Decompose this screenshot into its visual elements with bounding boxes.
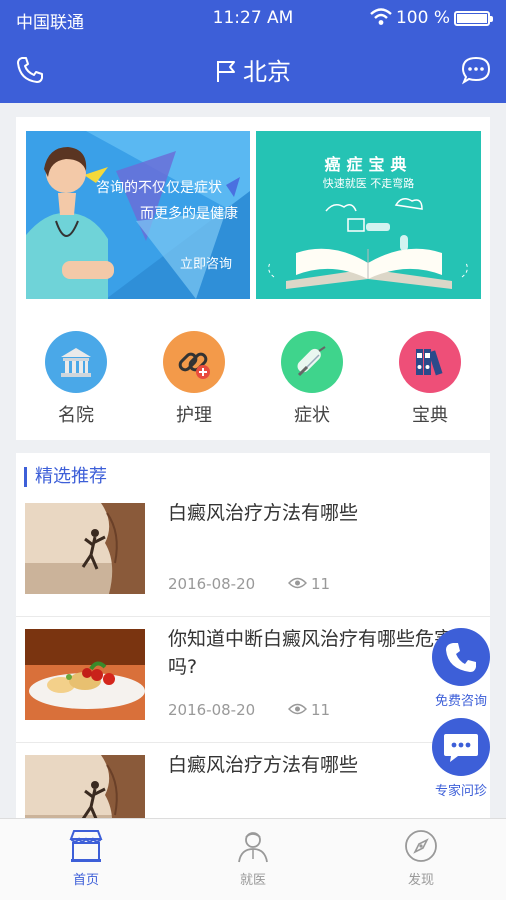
city-label: 北京 <box>243 58 291 86</box>
category-label: 症状 <box>294 405 330 426</box>
free-consult-label: 免费咨询 <box>434 694 487 709</box>
food-thumbnail <box>25 629 145 720</box>
cancer-guide-banner[interactable]: 癌症宝典 快速就医 不走弯路 <box>256 131 481 299</box>
phone-icon <box>432 628 490 686</box>
tab-medical[interactable]: 就医 <box>208 829 298 888</box>
article-title: 白癜风治疗方法有哪些 <box>168 502 359 524</box>
eye-icon <box>288 703 307 715</box>
tab-discover[interactable]: 发现 <box>376 829 466 888</box>
expert-qa-label: 专家问珍 <box>434 784 487 799</box>
article-item[interactable]: 你知道中断白癜风治疗有哪些危害吗? 2016-08-20 11 <box>16 617 490 743</box>
chat-icon <box>432 718 490 776</box>
battery-icon <box>454 11 493 26</box>
guide-title: 癌症宝典 <box>324 155 413 174</box>
free-consult-button[interactable]: 免费咨询 <box>424 628 498 709</box>
category-label: 护理 <box>176 405 212 426</box>
category-symptoms[interactable]: 症状 <box>253 331 371 427</box>
hospital-icon <box>45 331 107 393</box>
doctor-icon <box>238 832 268 863</box>
expert-qa-button[interactable]: 专家问珍 <box>424 718 498 799</box>
pill-icon <box>281 331 343 393</box>
guide-subtitle: 快速就医 不走弯路 <box>322 177 415 190</box>
article-title: 你知道中断白癜风治疗有哪些危害吗? <box>168 628 454 678</box>
article-title: 白癜风治疗方法有哪些 <box>168 754 359 776</box>
article-views: 11 <box>288 575 330 593</box>
views-count: 11 <box>311 701 331 719</box>
section-title: 精选推荐 <box>24 467 107 487</box>
article-views: 11 <box>288 701 330 719</box>
category-guide[interactable]: 宝典 <box>371 331 489 427</box>
storefront-icon <box>69 830 103 862</box>
status-bar: 中国联通 11:27 AM 100 % <box>0 0 506 36</box>
tab-label: 发现 <box>407 873 434 888</box>
consult-banner[interactable]: 咨询的不仅仅是症状 而更多的是健康 立即咨询 <box>26 131 250 299</box>
article-date: 2016-08-20 <box>168 701 256 719</box>
city-selector[interactable]: 北京 <box>0 52 506 87</box>
category-nursing[interactable]: 护理 <box>135 331 253 427</box>
tab-label: 首页 <box>72 873 99 888</box>
bandage-link-icon <box>163 331 225 393</box>
category-label: 宝典 <box>412 405 448 426</box>
category-hospital[interactable]: 名院 <box>17 331 135 427</box>
article-item[interactable]: 白癜风治疗方法有哪些 2016-08-20 11 <box>16 491 490 617</box>
climber-thumbnail <box>25 503 145 594</box>
chat-bubble-icon[interactable] <box>460 54 492 86</box>
eye-icon <box>288 577 307 589</box>
promo-card: 咨询的不仅仅是症状 而更多的是健康 立即咨询 癌症宝典 快速就医 不走弯路 名院… <box>16 117 490 440</box>
article-date: 2016-08-20 <box>168 575 256 593</box>
tab-home[interactable]: 首页 <box>41 829 131 888</box>
banner-line-2: 而更多的是健康 <box>140 206 238 222</box>
featured-card: 精选推荐 白癜风治疗方法有哪些 2016-08-20 11 你知道中断白癜风治疗… <box>16 453 490 833</box>
flag-icon <box>217 61 235 82</box>
tab-label: 就医 <box>239 873 266 888</box>
category-label: 名院 <box>58 405 94 426</box>
app-header: 中国联通 11:27 AM 100 % 北京 <box>0 0 506 103</box>
battery-percent: 100 % <box>395 8 450 28</box>
wifi-icon <box>370 8 392 25</box>
consult-now-link[interactable]: 立即咨询 <box>180 253 232 272</box>
tab-bar: 首页 就医 发现 <box>0 818 506 900</box>
compass-icon <box>405 830 437 862</box>
views-count: 11 <box>311 575 331 593</box>
banner-line-1: 咨询的不仅仅是症状 <box>96 180 222 196</box>
binders-icon <box>399 331 461 393</box>
